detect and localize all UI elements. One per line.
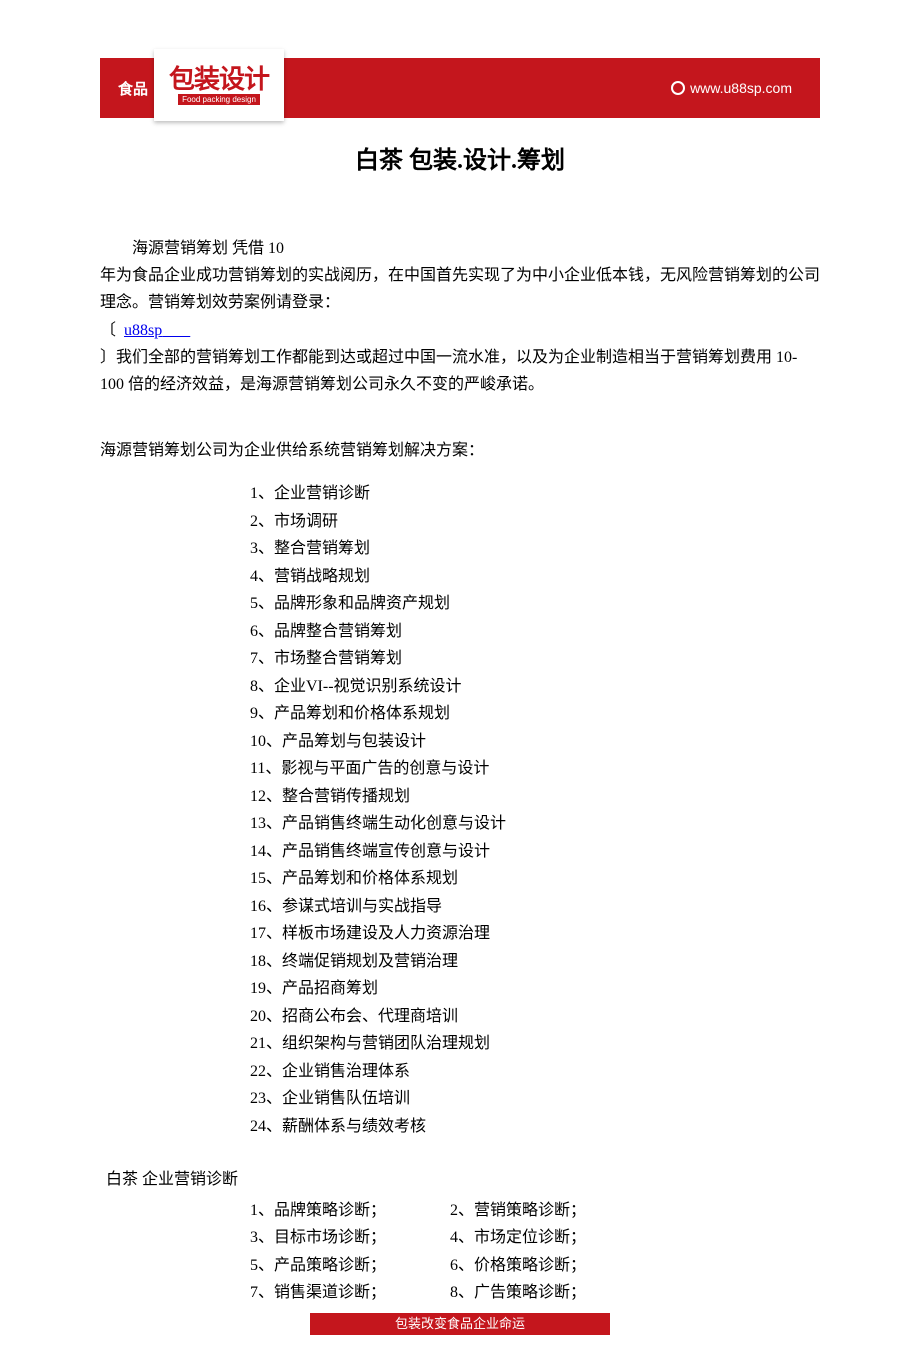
list-item: 16、参谋式培训与实战指导 xyxy=(250,893,820,921)
solutions-lead: 海源营销筹划公司为企业供给系统营销筹划解决方案： xyxy=(100,436,820,460)
list-item: 12、整合营销传播规划 xyxy=(250,783,820,811)
list-item: 15、产品筹划和价格体系规划 xyxy=(250,865,820,893)
solution-list: 1、企业营销诊断 2、市场调研 3、整合营销筹划 4、营销战略规划 5、品牌形象… xyxy=(100,480,820,1140)
list-item: 13、产品销售终端生动化创意与设计 xyxy=(250,810,820,838)
list-item: 2、市场调研 xyxy=(250,508,820,536)
table-row: 7、销售渠道诊断； 8、广告策略诊断； xyxy=(250,1279,820,1307)
list-item: 18、终端促销规划及营销治理 xyxy=(250,948,820,976)
link-trailing xyxy=(162,322,190,339)
diag-cell: 7、销售渠道诊断； xyxy=(250,1279,450,1307)
diag-cell: 3、目标市场诊断； xyxy=(250,1224,450,1252)
table-row: 5、产品策略诊断； 6、价格策略诊断； xyxy=(250,1252,820,1280)
logo-en: Food packing design xyxy=(178,94,260,105)
diag-cell: 6、价格策略诊断； xyxy=(450,1252,710,1280)
link-open: 〔 xyxy=(100,322,116,339)
logo-box: 食品 包装设计 Food packing design xyxy=(100,58,284,118)
header-url: www.u88sp.com xyxy=(671,80,792,96)
header-banner: 食品 包装设计 Food packing design www.u88sp.co… xyxy=(100,58,820,118)
link-u88sp[interactable]: u88sp xyxy=(124,322,162,339)
content-area: 白茶 包装.设计.筹划 海源营销筹划 凭借 10 年为食品企业成功营销筹划的实战… xyxy=(0,118,920,1307)
logo-cn: 包装设计 xyxy=(169,66,269,92)
page-title: 白茶 包装.设计.筹划 xyxy=(100,140,820,175)
list-item: 8、企业VI--视觉识别系统设计 xyxy=(250,673,820,701)
footer-banner: 包装改变食品企业命运 xyxy=(310,1313,610,1335)
intro-lead: 海源营销筹划 凭借 10 xyxy=(100,235,284,262)
list-item: 17、样板市场建设及人力资源治理 xyxy=(250,920,820,948)
list-item: 9、产品筹划和价格体系规划 xyxy=(250,700,820,728)
list-item: 11、影视与平面广告的创意与设计 xyxy=(250,755,820,783)
page: 食品 包装设计 Food packing design www.u88sp.co… xyxy=(0,58,920,1360)
intro-p2: 〕我们全部的营销筹划工作都能到达或超过中国一流水准，以及为企业制造相当于营销筹划… xyxy=(100,344,820,398)
intro-p1: 年为食品企业成功营销筹划的实战阅历，在中国首先实现了为中小企业低本钱，无风险营销… xyxy=(100,262,820,316)
list-item: 10、产品筹划与包装设计 xyxy=(250,728,820,756)
diag-cell: 8、广告策略诊断； xyxy=(450,1279,710,1307)
list-item: 4、营销战略规划 xyxy=(250,563,820,591)
list-item: 1、企业营销诊断 xyxy=(250,480,820,508)
list-item: 19、产品招商筹划 xyxy=(250,975,820,1003)
table-row: 1、品牌策略诊断； 2、营销策略诊断； xyxy=(250,1197,820,1225)
list-item: 5、品牌形象和品牌资产规划 xyxy=(250,590,820,618)
list-item: 14、产品销售终端宣传创意与设计 xyxy=(250,838,820,866)
list-item: 22、企业销售治理体系 xyxy=(250,1058,820,1086)
diagnosis-grid: 1、品牌策略诊断； 2、营销策略诊断； 3、目标市场诊断； 4、市场定位诊断； … xyxy=(100,1197,820,1307)
logo-white-card: 包装设计 Food packing design xyxy=(154,49,284,121)
diag-cell: 4、市场定位诊断； xyxy=(450,1224,710,1252)
diag-cell: 5、产品策略诊断； xyxy=(250,1252,450,1280)
list-item: 7、市场整合营销筹划 xyxy=(250,645,820,673)
list-item: 3、整合营销筹划 xyxy=(250,535,820,563)
brand-label: 食品 xyxy=(118,78,148,99)
list-item: 20、招商公布会、代理商培训 xyxy=(250,1003,820,1031)
list-item: 23、企业销售队伍培训 xyxy=(250,1085,820,1113)
list-item: 24、薪酬体系与绩效考核 xyxy=(250,1113,820,1141)
table-row: 3、目标市场诊断； 4、市场定位诊断； xyxy=(250,1224,820,1252)
diagnosis-title: 白茶 企业营销诊断 xyxy=(100,1165,820,1189)
intro-block: 海源营销筹划 凭借 10 年为食品企业成功营销筹划的实战阅历，在中国首先实现了为… xyxy=(100,235,820,398)
list-item: 6、品牌整合营销筹划 xyxy=(250,618,820,646)
diag-cell: 2、营销策略诊断； xyxy=(450,1197,710,1225)
diag-cell: 1、品牌策略诊断； xyxy=(250,1197,450,1225)
list-item: 21、组织架构与营销团队治理规划 xyxy=(250,1030,820,1058)
